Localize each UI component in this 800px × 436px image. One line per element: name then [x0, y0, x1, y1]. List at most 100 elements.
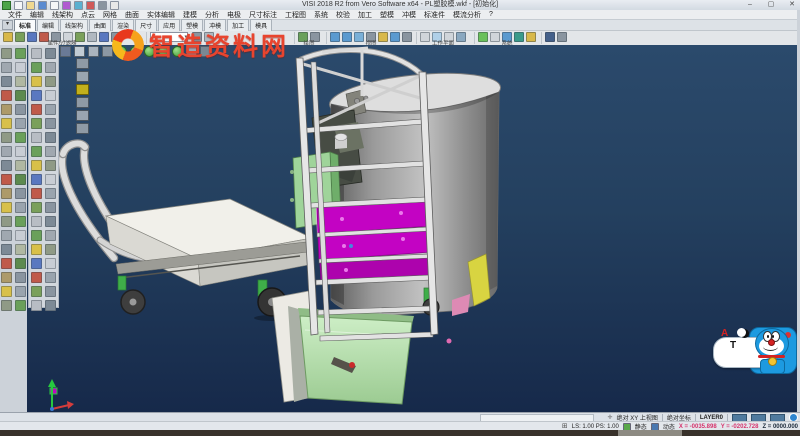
palette-outer-icon[interactable]: [15, 76, 26, 87]
menu-item-20[interactable]: ?: [489, 11, 493, 18]
toolbar-icon[interactable]: [99, 32, 109, 42]
palette-outer-icon[interactable]: [1, 48, 12, 59]
palette-inner-icon[interactable]: [45, 160, 56, 171]
maximize-button[interactable]: ▢: [765, 0, 777, 10]
toolbar-tab-2[interactable]: 编辑: [37, 19, 59, 32]
quick-access-icon-3[interactable]: [38, 1, 47, 10]
palette-inner-icon[interactable]: [31, 300, 42, 311]
toolbar-tab-3[interactable]: 线架构: [60, 19, 88, 32]
palette-inner-icon[interactable]: [45, 258, 56, 269]
palette-inner-icon[interactable]: [31, 230, 42, 241]
palette-outer-icon[interactable]: [15, 104, 26, 115]
palette-outer-icon[interactable]: [1, 216, 12, 227]
palette-inner-icon[interactable]: [45, 286, 56, 297]
toolbar-icon[interactable]: [87, 32, 97, 42]
palette-inner-icon[interactable]: [31, 48, 42, 59]
toolbar-tab-9[interactable]: 冲模: [204, 19, 226, 32]
toolbar-icon[interactable]: [557, 32, 567, 42]
ime-letter-t[interactable]: T: [730, 340, 736, 351]
toolbar-icon[interactable]: [111, 32, 121, 42]
palette-outer-icon[interactable]: [1, 160, 12, 171]
quick-access-icon-6[interactable]: [74, 1, 83, 10]
palette-inner-icon[interactable]: [31, 90, 42, 101]
palette-outer-icon[interactable]: [1, 146, 12, 157]
palette-inner-icon[interactable]: [31, 174, 42, 185]
palette-inner-icon[interactable]: [45, 188, 56, 199]
palette-outer-icon[interactable]: [15, 132, 26, 143]
ime-letter-a[interactable]: A: [721, 328, 728, 339]
toolbar-icon[interactable]: [456, 32, 466, 42]
palette-outer-icon[interactable]: [15, 146, 26, 157]
quick-access-icon-1[interactable]: [14, 1, 23, 10]
viewport-3d[interactable]: A T: [27, 45, 797, 412]
toolbar-icon[interactable]: [27, 32, 37, 42]
menu-item-16[interactable]: 塑模: [380, 10, 394, 20]
palette-outer-icon[interactable]: [15, 90, 26, 101]
toolbar-icon[interactable]: [390, 32, 400, 42]
palette-outer-icon[interactable]: [15, 258, 26, 269]
palette-outer-icon[interactable]: [15, 118, 26, 129]
palette-inner-icon[interactable]: [45, 216, 56, 227]
toolbar-icon[interactable]: [402, 32, 412, 42]
menu-item-18[interactable]: 标准件: [424, 10, 445, 20]
minimize-button[interactable]: –: [744, 0, 756, 10]
quick-access-icon-7[interactable]: [86, 1, 95, 10]
input-method-widget[interactable]: A T: [713, 325, 797, 375]
menu-item-13[interactable]: 系统: [314, 10, 328, 20]
palette-outer-icon[interactable]: [1, 104, 12, 115]
palette-outer-icon[interactable]: [1, 76, 12, 87]
quick-access-icon-8[interactable]: [98, 1, 107, 10]
toolbar-icon[interactable]: [330, 32, 340, 42]
palette-inner-icon[interactable]: [45, 104, 56, 115]
palette-outer-icon[interactable]: [15, 174, 26, 185]
palette-outer-icon[interactable]: [1, 272, 12, 283]
palette-outer-icon[interactable]: [1, 118, 12, 129]
palette-outer-icon[interactable]: [15, 300, 26, 311]
palette-inner-icon[interactable]: [45, 202, 56, 213]
toolbar-icon[interactable]: [15, 32, 25, 42]
palette-outer-icon[interactable]: [15, 272, 26, 283]
palette-outer-icon[interactable]: [1, 188, 12, 199]
palette-inner-icon[interactable]: [45, 230, 56, 241]
palette-outer-icon[interactable]: [1, 174, 12, 185]
palette-outer-icon[interactable]: [1, 230, 12, 241]
toolbar-tab-11[interactable]: 模具: [250, 19, 272, 32]
palette-inner-icon[interactable]: [31, 258, 42, 269]
palette-outer-icon[interactable]: [15, 230, 26, 241]
palette-outer-icon[interactable]: [15, 188, 26, 199]
palette-inner-icon[interactable]: [45, 174, 56, 185]
toolbar-icon[interactable]: [478, 32, 488, 42]
palette-inner-icon[interactable]: [31, 286, 42, 297]
toolbar-icon[interactable]: [526, 32, 536, 42]
palette-inner-icon[interactable]: [45, 300, 56, 311]
toolbar-icon[interactable]: [545, 32, 555, 42]
close-button[interactable]: ✕: [786, 0, 798, 10]
palette-outer-icon[interactable]: [1, 244, 12, 255]
menu-item-15[interactable]: 加工: [358, 10, 372, 20]
palette-inner-icon[interactable]: [31, 188, 42, 199]
quick-access-icon-2[interactable]: [26, 1, 35, 10]
menu-item-14[interactable]: 校验: [336, 10, 350, 20]
palette-outer-icon[interactable]: [1, 258, 12, 269]
toolbar-icon[interactable]: [514, 32, 524, 42]
quick-access-icon-5[interactable]: [62, 1, 71, 10]
palette-inner-icon[interactable]: [31, 132, 42, 143]
toolbar-tab-7[interactable]: 应用: [158, 19, 180, 32]
moon-icon[interactable]: [740, 329, 749, 338]
palette-outer-icon[interactable]: [15, 216, 26, 227]
toolbar-icon[interactable]: [3, 32, 13, 42]
palette-inner-icon[interactable]: [31, 272, 42, 283]
palette-outer-icon[interactable]: [15, 62, 26, 73]
palette-outer-icon[interactable]: [1, 62, 12, 73]
palette-inner-icon[interactable]: [31, 62, 42, 73]
toolbar-icon[interactable]: [420, 32, 430, 42]
palette-outer-icon[interactable]: [1, 286, 12, 297]
palette-outer-icon[interactable]: [1, 132, 12, 143]
palette-inner-icon[interactable]: [31, 244, 42, 255]
toolbar-tab-4[interactable]: 曲面: [89, 19, 111, 32]
palette-inner-icon[interactable]: [45, 76, 56, 87]
palette-outer-icon[interactable]: [1, 202, 12, 213]
toolbar-tab-8[interactable]: 塑模: [181, 19, 203, 32]
palette-outer-icon[interactable]: [15, 160, 26, 171]
palette-inner-icon[interactable]: [31, 160, 42, 171]
